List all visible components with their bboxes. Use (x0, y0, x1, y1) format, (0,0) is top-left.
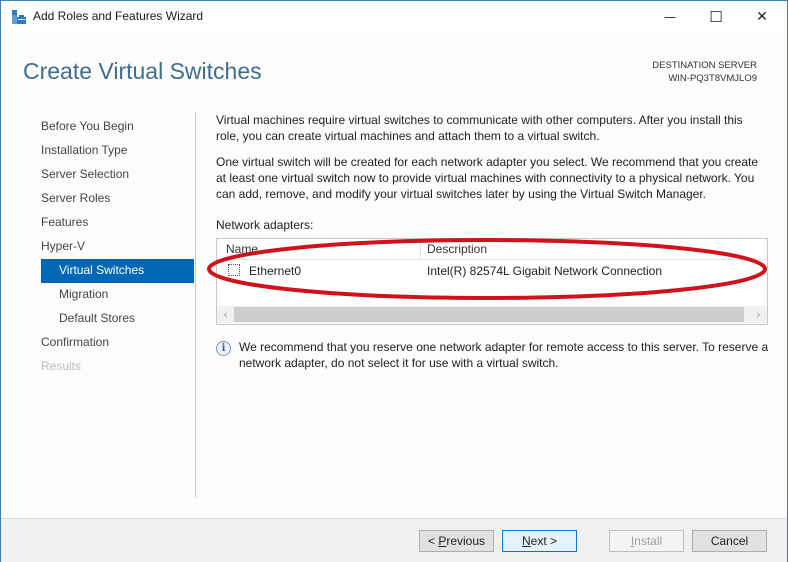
info-icon: i (216, 341, 231, 356)
window-title: Add Roles and Features Wizard (33, 9, 204, 23)
horizontal-scrollbar[interactable]: ‹ › (217, 306, 767, 323)
intro-paragraph: Virtual machines require virtual switche… (216, 113, 743, 143)
info-text: We recommend that you reserve one networ… (239, 340, 769, 370)
scrollbar-thumb[interactable] (234, 307, 744, 322)
wizard-steps-nav: Before You Begin Installation Type Serve… (41, 115, 194, 379)
sidebar-item-before-you-begin[interactable]: Before You Begin (41, 115, 194, 139)
wizard-footer: < Previous Next > Install Cancel (1, 518, 787, 562)
network-adapters-list[interactable]: Name Description Ethernet0 Intel(R) 8257… (216, 238, 768, 325)
next-mnemonic: N (521, 534, 531, 548)
sidebar-item-installation-type[interactable]: Installation Type (41, 139, 194, 163)
cancel-button[interactable]: Cancel (692, 530, 767, 552)
sidebar-item-server-roles[interactable]: Server Roles (41, 187, 194, 211)
column-separator[interactable] (420, 239, 421, 259)
destination-label: DESTINATION SERVER (652, 60, 757, 71)
sidebar-item-hyper-v[interactable]: Hyper-V (41, 235, 194, 259)
title-bar: Add Roles and Features Wizard — ☐ ✕ (1, 1, 787, 33)
recommendation-paragraph: One virtual switch will be created for e… (216, 155, 759, 201)
sidebar-item-confirmation[interactable]: Confirmation (41, 331, 194, 355)
minimize-button[interactable]: — (647, 1, 693, 33)
previous-button[interactable]: < Previous (419, 530, 494, 552)
column-header-name[interactable]: Name (226, 242, 258, 256)
install-rest: nstall (634, 534, 663, 548)
scroll-right-icon[interactable]: › (750, 306, 767, 323)
sidebar-item-server-selection[interactable]: Server Selection (41, 163, 194, 187)
sidebar-item-virtual-switches[interactable]: Virtual Switches (41, 259, 194, 283)
column-header-description[interactable]: Description (427, 242, 487, 256)
adapter-description: Intel(R) 82574L Gigabit Network Connecti… (427, 264, 663, 278)
previous-rest: revious (446, 534, 486, 548)
next-rest: ext > (530, 534, 558, 548)
maximize-icon: ☐ (709, 8, 723, 26)
close-icon: ✕ (756, 9, 768, 25)
list-header: Name Description (217, 239, 767, 260)
sidebar-item-migration[interactable]: Migration (41, 283, 194, 307)
sidebar-item-results: Results (41, 359, 82, 373)
sidebar-item-default-stores[interactable]: Default Stores (41, 307, 194, 331)
previous-prefix: < (427, 534, 439, 548)
server-manager-icon (12, 10, 26, 24)
table-row[interactable]: Ethernet0 Intel(R) 82574L Gigabit Networ… (217, 261, 767, 281)
destination-server-info: DESTINATION SERVER WIN-PQ3T8VMJLO9 (652, 59, 757, 85)
minimize-icon: — (664, 10, 676, 24)
previous-mnemonic: P (438, 534, 447, 548)
sidebar-item-features[interactable]: Features (41, 211, 194, 235)
next-button[interactable]: Next > (502, 530, 577, 552)
install-button: Install (609, 530, 684, 552)
adapter-name: Ethernet0 (249, 264, 302, 278)
wizard-window: Add Roles and Features Wizard — ☐ ✕ Crea… (0, 0, 788, 562)
destination-server-name: WIN-PQ3T8VMJLO9 (668, 73, 757, 84)
content-description: Virtual machines require virtual switche… (216, 112, 766, 212)
network-adapters-label: Network adapters: (216, 218, 314, 232)
page-title: Create Virtual Switches (23, 58, 262, 84)
close-button[interactable]: ✕ (739, 1, 785, 33)
adapter-checkbox[interactable] (228, 264, 240, 276)
maximize-button[interactable]: ☐ (693, 1, 739, 33)
sidebar-divider (195, 112, 196, 497)
scroll-left-icon[interactable]: ‹ (217, 306, 234, 323)
